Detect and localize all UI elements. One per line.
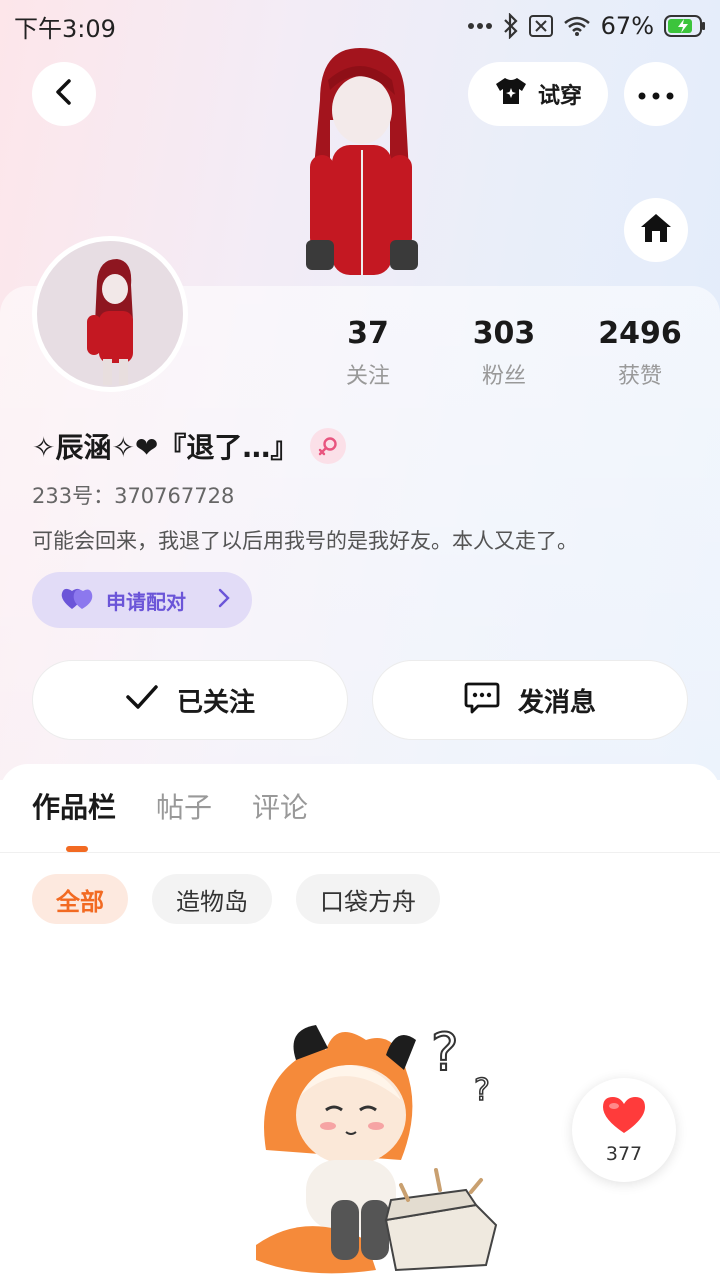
status-icons: 67% — [467, 12, 706, 40]
chevron-right-icon — [218, 588, 230, 613]
svg-text:?: ? — [474, 1073, 490, 1108]
followed-label: 已关注 — [176, 687, 255, 718]
more-button[interactable] — [624, 62, 688, 126]
user-id: 233号：370767728 — [32, 484, 235, 508]
chat-bubble-icon — [464, 680, 500, 721]
apply-match-label: 申请配对 — [106, 589, 186, 614]
followed-button[interactable]: 已关注 — [32, 660, 348, 740]
tab-comments[interactable]: 评论 — [252, 790, 308, 826]
profile-tabs: 作品栏 帖子 评论 — [32, 790, 308, 826]
tshirt-icon — [494, 76, 528, 112]
bluetooth-icon — [503, 13, 519, 39]
filter-all[interactable]: 全部 — [32, 874, 128, 924]
apply-match-button[interactable]: 申请配对 — [32, 572, 252, 628]
try-on-button[interactable]: 试穿 — [468, 62, 608, 126]
heart-icon — [601, 1095, 647, 1139]
like-count: 377 — [605, 1143, 643, 1165]
back-button[interactable] — [32, 62, 96, 126]
home-icon — [639, 212, 673, 248]
battery-percent: 67% — [600, 12, 654, 40]
stat-likes[interactable]: 2496 获赞 — [572, 316, 708, 390]
3d-avatar-figure[interactable] — [280, 40, 440, 290]
check-icon — [125, 684, 159, 717]
send-message-button[interactable]: 发消息 — [372, 660, 688, 740]
home-button[interactable] — [624, 198, 688, 262]
filter-creation-island[interactable]: 造物岛 — [152, 874, 272, 924]
stat-following[interactable]: 37 关注 — [300, 316, 436, 390]
bio: 可能会回来，我退了以后用我号的是我好友。本人又走了。 — [32, 529, 578, 553]
stat-label: 粉丝 — [481, 364, 526, 389]
like-button[interactable]: 377 — [572, 1078, 676, 1182]
nickname-row: ✧辰涵✧❤『退了…』 — [32, 424, 347, 468]
try-on-label: 试穿 — [537, 84, 582, 109]
double-heart-icon — [60, 585, 94, 616]
sim-off-icon — [528, 15, 553, 37]
more-horizontal-icon — [638, 85, 674, 104]
stat-value: 2496 — [598, 316, 682, 351]
avatar[interactable] — [32, 236, 188, 392]
tab-works[interactable]: 作品栏 — [32, 790, 116, 826]
female-icon — [310, 428, 347, 464]
chevron-left-icon — [53, 78, 75, 110]
stat-label: 获赞 — [617, 364, 662, 389]
status-time: 下午3:09 — [14, 14, 116, 43]
more-dots-icon — [467, 22, 493, 30]
empty-state-illustration: ? ? — [236, 1010, 516, 1280]
send-message-label: 发消息 — [517, 687, 596, 718]
svg-text:?: ? — [431, 1023, 459, 1083]
battery-icon — [664, 15, 706, 37]
filter-chips: 全部 造物岛 口袋方舟 — [32, 874, 440, 924]
stat-label: 关注 — [345, 364, 390, 389]
profile-stats: 37 关注 303 粉丝 2496 获赞 — [300, 316, 720, 390]
stat-value: 303 — [472, 316, 536, 351]
tab-posts[interactable]: 帖子 — [156, 790, 212, 826]
nickname: ✧辰涵✧❤『退了…』 — [32, 431, 299, 464]
stat-followers[interactable]: 303 粉丝 — [436, 316, 572, 390]
stat-value: 37 — [347, 316, 389, 351]
tabs-divider — [0, 852, 720, 853]
wifi-icon — [563, 15, 591, 37]
filter-pocket-ark[interactable]: 口袋方舟 — [296, 874, 440, 924]
